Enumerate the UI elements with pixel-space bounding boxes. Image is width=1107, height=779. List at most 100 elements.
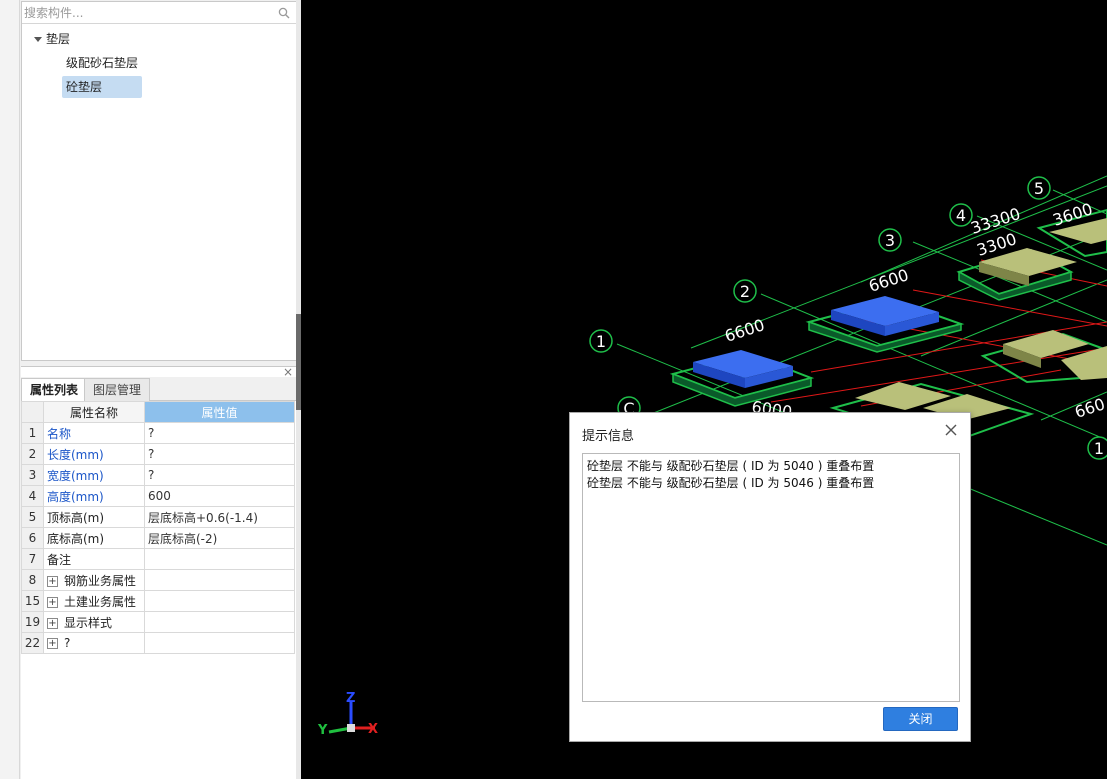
dimension-label: 33300 [968, 204, 1022, 238]
row-number: 5 [21, 506, 44, 528]
table-row[interactable]: 2 长度(mm)? [21, 443, 295, 465]
property-name: 高度(mm) [47, 489, 104, 504]
table-row[interactable]: 5 顶标高(m) 层底标高+0.6(-1.4) [21, 506, 295, 528]
row-number: 2 [21, 443, 44, 465]
property-name-cell: + 土建业务属性 [43, 590, 145, 612]
property-value-cell[interactable] [144, 632, 295, 654]
property-name: 长度(mm) [47, 447, 104, 462]
row-number: 6 [21, 527, 44, 549]
pad-3[interactable] [956, 248, 1077, 301]
axis-bubble-2: 2 [733, 279, 757, 303]
property-value-cell[interactable] [144, 611, 295, 633]
tree-node-root[interactable]: 垫层 [34, 28, 70, 50]
property-name: 名称 [47, 426, 72, 441]
table-row[interactable]: 7 备注 [21, 548, 295, 570]
axis-bubble-1: 1 [589, 329, 613, 353]
close-button[interactable]: 关闭 [883, 707, 958, 731]
row-number: 4 [21, 485, 44, 507]
property-name: 土建业务属性 [64, 594, 137, 609]
table-row[interactable]: 4 高度(mm) 600 [21, 485, 295, 507]
column-header-name: 属性名称 [43, 401, 145, 423]
axis-bubble-5-label: 5 [1034, 179, 1044, 198]
properties-tabs: 属性列表 图层管理 [21, 377, 297, 402]
tab-property-list[interactable]: 属性列表 [21, 378, 88, 402]
row-number-header [21, 401, 44, 423]
row-number: 3 [21, 464, 44, 486]
property-name: 显示样式 [64, 615, 113, 630]
property-value-cell[interactable]: ? [144, 422, 295, 444]
table-header-row: 属性名称 属性值 [21, 401, 295, 423]
axis-bubble-1-right-label: 1 [1094, 439, 1104, 458]
left-panel: 垫层 级配砂石垫层 砼垫层 × 属性列表 图层管理 属性名称 属性值 1名称?2… [20, 0, 300, 779]
search-icon[interactable] [278, 7, 290, 19]
column-header-value: 属性值 [144, 401, 295, 423]
axis-z-label: Z [346, 691, 355, 706]
property-name-cell: 长度(mm) [43, 443, 145, 465]
property-name: ? [64, 636, 71, 650]
axis-bubble-3: 3 [878, 228, 902, 252]
expand-plus-icon[interactable]: + [47, 596, 58, 608]
tab-layer-management[interactable]: 图层管理 [84, 378, 151, 401]
expand-plus-icon[interactable]: + [47, 575, 58, 587]
row-number: 7 [21, 548, 44, 570]
table-row[interactable]: 3 宽度(mm)? [21, 464, 295, 486]
property-value-cell[interactable] [144, 590, 295, 612]
property-name-cell: + 显示样式 [43, 611, 145, 633]
axis-y-label: Y [317, 723, 328, 738]
property-value-cell[interactable]: 层底标高+0.6(-1.4) [144, 506, 295, 528]
row-number: 19 [21, 611, 44, 633]
close-icon[interactable] [944, 423, 958, 437]
axis-bubble-3-label: 3 [885, 231, 895, 250]
dimension-label: 6600 [722, 315, 767, 346]
row-number: 8 [21, 569, 44, 591]
property-value-cell[interactable]: ? [144, 464, 295, 486]
row-number: 15 [21, 590, 44, 612]
axis-bubble-5: 5 [1027, 176, 1051, 200]
tree-item-concrete-cushion[interactable]: 砼垫层 [62, 76, 142, 98]
axis-bubble-4-label: 4 [956, 206, 966, 225]
tree-item-gravel-cushion[interactable]: 级配砂石垫层 [62, 52, 142, 74]
property-name-cell: + 钢筋业务属性 [43, 569, 145, 591]
left-edge-strip [0, 0, 20, 779]
caret-down-icon[interactable] [34, 37, 42, 42]
property-name: 钢筋业务属性 [64, 573, 137, 588]
table-row[interactable]: 19 + 显示样式 [21, 611, 295, 633]
pad-5[interactable] [980, 330, 1107, 384]
component-tree-panel: 垫层 级配砂石垫层 砼垫层 [21, 1, 297, 361]
expand-plus-icon[interactable]: + [47, 638, 58, 649]
property-value-cell[interactable] [144, 548, 295, 570]
property-name: 宽度(mm) [47, 468, 104, 483]
property-name: 底标高(m) [47, 531, 105, 546]
property-name-cell: 底标高(m) [43, 527, 145, 549]
axis-gizmo: Z X Y [317, 691, 378, 738]
dialog-title: 提示信息 [582, 429, 635, 444]
property-name-cell: 高度(mm) [43, 485, 145, 507]
table-row[interactable]: 6 底标高(m) 层底标高(-2) [21, 527, 295, 549]
property-value-cell[interactable]: ? [144, 443, 295, 465]
property-table: 属性名称 属性值 1 名称? 2 长度(mm)? 3 宽度(mm)? 4 高度(mm) 600 5… [21, 401, 295, 654]
axis-bubble-2-label: 2 [740, 282, 750, 301]
search-input[interactable] [24, 4, 274, 22]
table-row[interactable]: 1 名称? [21, 422, 295, 444]
property-name-cell: +? [43, 632, 145, 654]
table-row[interactable]: 22 +? [21, 632, 295, 654]
dialog-message: 砼垫层 不能与 级配砂石垫层 ( ID 为 5040 ) 重叠布置 [587, 459, 875, 473]
axis-bubble-1-right: 1 [1087, 436, 1107, 460]
property-value-cell[interactable]: 层底标高(-2) [144, 527, 295, 549]
property-name: 顶标高(m) [47, 510, 105, 525]
properties-panel: × 属性列表 图层管理 属性名称 属性值 1 名称? 2 长度(mm)? 3 宽度(mm)… [21, 366, 297, 779]
property-name-cell: 宽度(mm) [43, 464, 145, 486]
dimension-label: 660 [1072, 394, 1107, 422]
row-number: 22 [21, 632, 44, 654]
property-name-cell: 名称 [43, 422, 145, 444]
expand-plus-icon[interactable]: + [47, 617, 58, 629]
table-row[interactable]: 15 + 土建业务属性 [21, 590, 295, 612]
row-number: 1 [21, 422, 44, 444]
dialog-message-box[interactable]: 砼垫层 不能与 级配砂石垫层 ( ID 为 5040 ) 重叠布置 砼垫层 不能… [582, 453, 960, 702]
axis-x-label: X [368, 722, 378, 737]
property-value-cell[interactable] [144, 569, 295, 591]
property-name-cell: 备注 [43, 548, 145, 570]
table-row[interactable]: 8 + 钢筋业务属性 [21, 569, 295, 591]
dimension-label: 6600 [866, 265, 911, 296]
property-value-cell[interactable]: 600 [144, 485, 295, 507]
